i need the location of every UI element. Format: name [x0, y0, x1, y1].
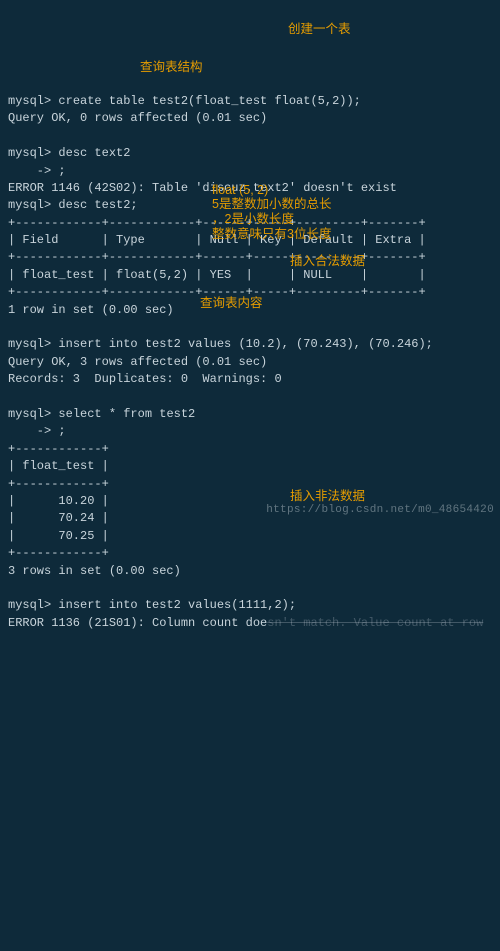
res-r3: | 70.25 |	[8, 529, 109, 543]
cont: ->	[8, 164, 51, 178]
stmt-desc-right: desc test2;	[58, 198, 137, 212]
stmt-create: create table test2(float_test float(5,2)…	[58, 94, 360, 108]
prompt: mysql>	[8, 337, 51, 351]
watermark: https://blog.csdn.net/m0_48654420	[266, 503, 494, 519]
rows-1: 1 row in set (0.00 sec)	[8, 303, 174, 317]
ann-create: 创建一个表	[288, 22, 351, 38]
prompt: mysql>	[8, 407, 51, 421]
terminal: mysql> create table test2(float_test flo…	[0, 70, 500, 639]
prompt: mysql>	[8, 198, 51, 212]
err-1136: ERROR 1136 (21S01): Column count doe	[8, 616, 267, 630]
prompt: mysql>	[8, 146, 51, 160]
prompt: mysql>	[8, 598, 51, 612]
stmt-insert2: insert into test2 values(1111,2);	[58, 598, 296, 612]
err-1146: ERROR 1146 (42S02): Table 'discuz.text2'…	[8, 181, 397, 195]
stmt-desc-wrong: desc text2	[58, 146, 130, 160]
ann-desc: 查询表结构	[140, 60, 203, 76]
blot-text: sn't match. Value count at row	[267, 616, 483, 630]
res-hdr: | float_test |	[8, 459, 109, 473]
ann-float-l1: 5是整数加小数的总长	[212, 197, 331, 213]
semi: ;	[58, 164, 65, 178]
prompt: mysql>	[8, 94, 51, 108]
ann-float-l2: ，2是小数长度	[212, 212, 294, 228]
ann-insert-ok: 插入合法数据	[290, 254, 365, 270]
stmt-insert1: insert into test2 values (10.2), (70.243…	[58, 337, 432, 351]
stmt-select: select * from test2	[58, 407, 195, 421]
semi: ;	[58, 424, 65, 438]
insert1-ok: Query OK, 3 rows affected (0.01 sec)	[8, 355, 267, 369]
create-ok: Query OK, 0 rows affected (0.01 sec)	[8, 111, 267, 125]
res-sep: +------------+	[8, 546, 109, 560]
ann-float-l3: 整数意味只有3位长度	[212, 227, 331, 243]
res-sep: +------------+	[8, 477, 109, 491]
desc-row: | float_test | float(5,2) | YES | | NULL…	[8, 268, 426, 282]
cont: ->	[8, 424, 51, 438]
res-sep: +------------+	[8, 442, 109, 456]
ann-select: 查询表内容	[200, 296, 263, 312]
res-r1: | 10.20 |	[8, 494, 109, 508]
rows-3: 3 rows in set (0.00 sec)	[8, 564, 181, 578]
insert1-info: Records: 3 Duplicates: 0 Warnings: 0	[8, 372, 282, 386]
res-r2: | 70.24 |	[8, 511, 109, 525]
